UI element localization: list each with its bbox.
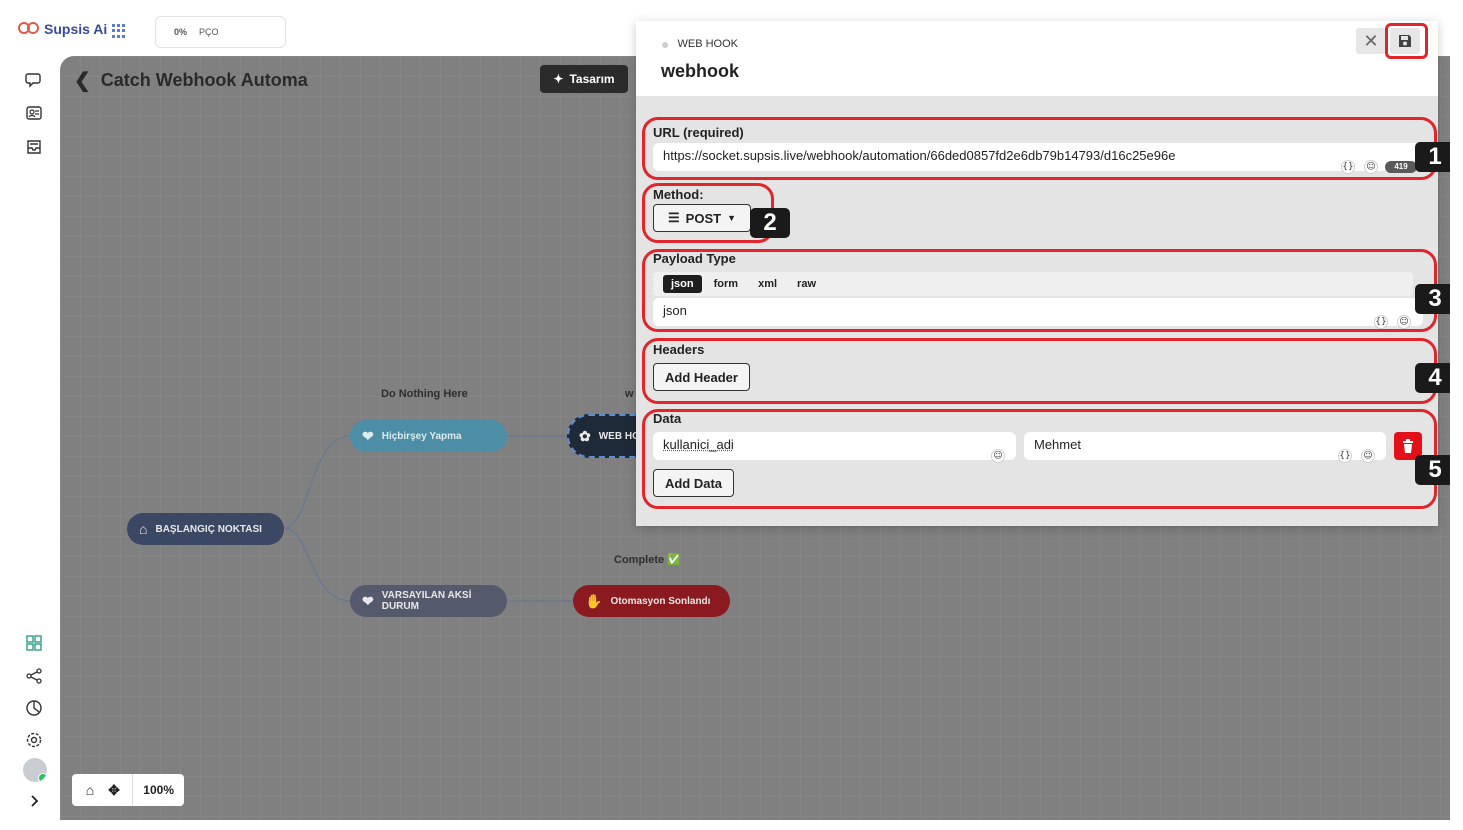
step-number-2: 2 [750,208,790,238]
broken-heart-icon: ❤ [362,592,374,609]
method-dropdown[interactable]: ☰ POST ▼ [653,204,751,232]
settings-icon[interactable] [25,731,43,749]
step-number-1: 1 [1415,142,1450,172]
emoji-icon[interactable]: ☺ [1364,160,1378,174]
tab-raw[interactable]: raw [789,275,824,293]
chat-icon[interactable] [25,70,43,88]
variable-braces-icon[interactable]: {} [1374,315,1388,329]
emoji-icon[interactable]: ☺ [991,449,1005,463]
data-key-input[interactable]: kullanici_adi [653,432,1016,460]
webhook-settings-panel: ● WEB HOOK webhook ✕ URL (required) http… [636,21,1450,526]
data-title: Data [653,411,682,426]
flow-node-default-label: VARSAYILAN AKSİ DURUM [381,590,472,612]
contact-card-icon[interactable] [25,104,43,122]
close-button[interactable]: ✕ [1356,28,1386,54]
headers-title: Headers [653,342,705,357]
home-view-icon[interactable]: ⌂ [80,782,100,798]
flow-node-do-nothing-label: Hiçbirşey Yapma [381,430,462,442]
flow-node-default[interactable]: ❤ VARSAYILAN AKSİ DURUM [350,585,507,617]
node-label-complete: Complete ✅ [614,554,681,566]
variable-braces-icon[interactable]: {} [1338,449,1352,463]
webhook-type-icon: ● [661,36,670,52]
progress-percent: 0% [174,27,188,37]
share-icon[interactable] [25,667,43,685]
flow-node-end[interactable]: ✋ Otomasyon Sonlandı [573,585,730,617]
tab-json[interactable]: json [663,275,702,293]
heart-icon: ❤ [362,427,374,444]
home-icon: ⌂ [139,521,148,537]
panel-header: ● WEB HOOK webhook ✕ [636,21,1438,96]
zoom-level[interactable]: 100% [132,774,174,806]
url-title: URL (required) [653,125,744,140]
app-window: Supsis Ai 0% PÇO ❮ Catch Webhook Automa … [10,10,1450,820]
save-highlight [1385,23,1428,59]
logo-icon [18,21,40,37]
tab-form[interactable]: form [706,275,746,293]
step-number-3: 3 [1415,284,1450,314]
data-value-input[interactable]: Mehmet [1024,432,1386,460]
method-title: Method: [653,187,704,202]
step-number-4: 4 [1415,363,1450,393]
url-input[interactable]: https://socket.supsis.live/webhook/autom… [653,143,1423,171]
logo-text: Supsis Ai [44,21,108,37]
payload-input[interactable]: json [653,298,1423,326]
node-label-do-nothing: Do Nothing Here [381,388,468,400]
logo[interactable]: Supsis Ai [18,21,107,37]
headers-section-highlight [642,338,1437,404]
left-sidebar [10,56,60,820]
payload-title: Payload Type [653,251,736,266]
emoji-icon[interactable]: ☺ [1397,315,1411,329]
character-count-badge: 419 [1385,161,1417,173]
dashboard-icon[interactable] [25,634,43,652]
wave-hand-icon: ✋ [585,592,603,609]
emoji-icon[interactable]: ☺ [1361,449,1375,463]
reports-icon[interactable] [25,699,43,717]
trash-icon [1403,439,1413,453]
flow-node-start[interactable]: ⌂ BAŞLANGIÇ NOKTASI [127,513,284,545]
node-label-webhook: w [625,388,634,400]
apps-grid-icon[interactable] [112,24,126,38]
progress-label: PÇO [199,27,219,37]
zoom-controls: ⌂ ✥ 100% [72,774,184,806]
flow-node-end-label: Otomasyon Sonlandı [610,595,711,607]
progress-indicator[interactable]: 0% PÇO [155,16,286,48]
panel-type: ● WEB HOOK [661,36,738,52]
add-data-button[interactable]: Add Data [653,469,734,497]
tab-xml[interactable]: xml [750,275,785,293]
expand-sidebar-icon[interactable] [25,792,43,810]
pan-move-icon[interactable]: ✥ [104,782,124,799]
method-value: POST [685,210,722,226]
add-header-button[interactable]: Add Header [653,363,750,391]
panel-node-name[interactable]: webhook [661,61,739,82]
flow-node-do-nothing[interactable]: ❤ Hiçbirşey Yapma [350,420,507,452]
close-icon: ✕ [1363,30,1379,52]
flow-node-webhook-label: WEB HO [598,430,640,442]
webhook-icon: ✿ [579,427,591,444]
step-number-5: 5 [1415,455,1450,485]
user-avatar[interactable] [23,758,47,782]
flow-node-start-label: BAŞLANGIÇ NOKTASI [155,523,262,535]
payload-tabs: json form xml raw [653,272,1413,296]
variable-braces-icon[interactable]: {} [1341,160,1355,174]
filter-icon: ☰ [668,210,680,225]
inbox-icon[interactable] [25,138,43,156]
chevron-down-icon: ▼ [727,213,736,223]
panel-type-label: WEB HOOK [677,38,738,50]
